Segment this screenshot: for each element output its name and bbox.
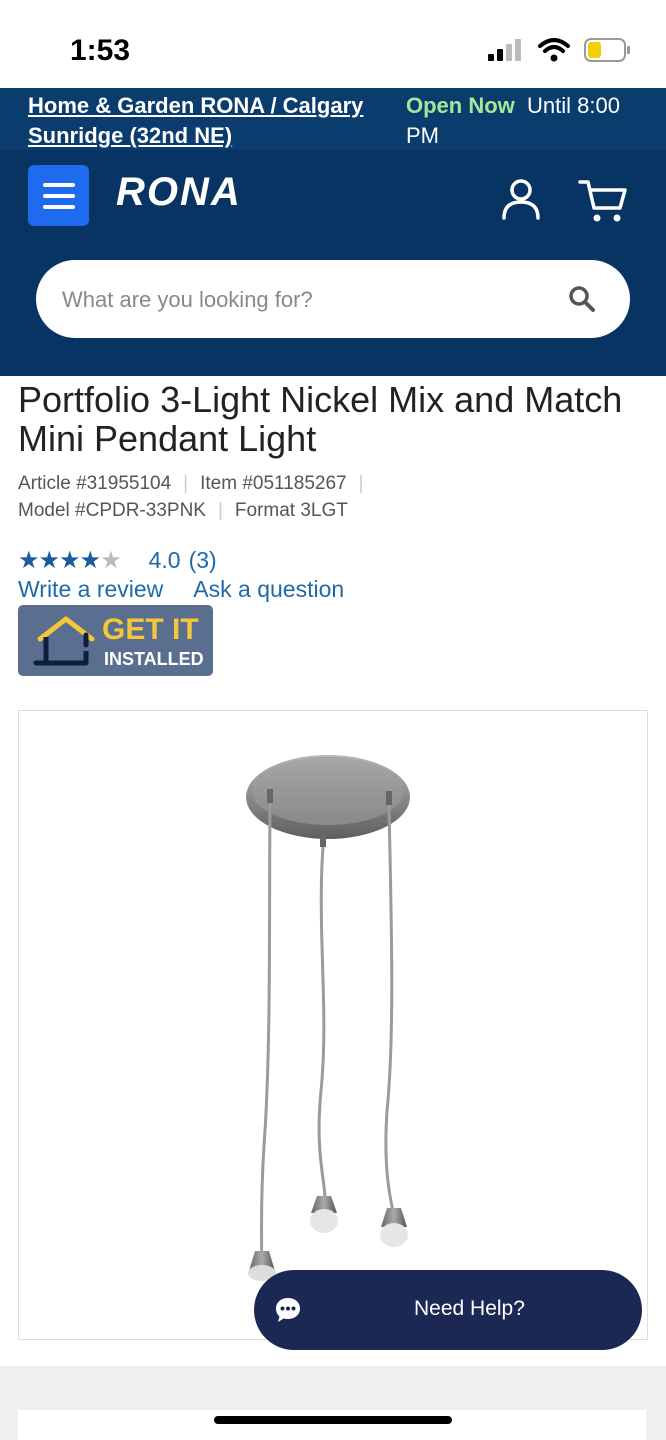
- signal-icon: [488, 39, 521, 61]
- product-title: Portfolio 3-Light Nickel Mix and Match M…: [18, 379, 623, 459]
- open-now-label: Open Now: [406, 93, 515, 118]
- pendant-light-illustration: [246, 755, 410, 1281]
- footer-card: [18, 1410, 646, 1440]
- product-image[interactable]: [18, 710, 648, 1340]
- status-bar: 1:53: [0, 0, 666, 88]
- store-hours: Open Now Until 8:00 PM: [406, 91, 656, 151]
- wifi-icon: [538, 38, 570, 62]
- install-badge-line1: GET IT: [102, 613, 199, 646]
- menu-button[interactable]: [28, 165, 89, 226]
- model-number: Model #CPDR-33PNK: [18, 500, 206, 521]
- review-links: Write a review Ask a question: [18, 576, 344, 603]
- home-indicator[interactable]: [214, 1416, 452, 1424]
- menu-icon: [42, 182, 75, 187]
- status-time: 1:53: [70, 34, 131, 67]
- rating-value: 4.0: [148, 547, 181, 573]
- ask-question-link[interactable]: Ask a question: [193, 576, 344, 603]
- install-badge-line2: INSTALLED: [104, 649, 204, 669]
- search-bar: [36, 260, 630, 340]
- need-help-button[interactable]: Need Help?: [254, 1270, 642, 1350]
- get-it-installed-badge[interactable]: GET IT INSTALLED: [18, 605, 213, 676]
- rona-logo[interactable]: RONA: [116, 170, 242, 215]
- item-number: Item #051185267: [200, 473, 347, 494]
- rating-count[interactable]: (3): [189, 547, 217, 574]
- battery-icon: [584, 38, 630, 62]
- rating-row[interactable]: ★★★★★ 4.0 (3): [18, 546, 217, 575]
- search-icon[interactable]: [568, 285, 596, 313]
- store-link[interactable]: Home & Garden RONA / Calgary Sunridge (3…: [28, 91, 398, 151]
- house-icon: [33, 616, 95, 666]
- search-input[interactable]: [60, 260, 544, 340]
- account-icon[interactable]: [500, 178, 542, 220]
- star-rating: ★★★★★: [18, 547, 122, 574]
- write-review-link[interactable]: Write a review: [18, 576, 163, 603]
- need-help-label: Need Help?: [414, 1297, 525, 1320]
- status-icons: [488, 38, 632, 62]
- store-bar: Home & Garden RONA / Calgary Sunridge (3…: [0, 88, 666, 150]
- cart-icon[interactable]: [578, 178, 628, 224]
- format-number: Format 3LGT: [234, 500, 348, 521]
- chat-icon: [276, 1298, 300, 1322]
- article-number: Article #31955104: [18, 473, 172, 494]
- site-header: RONA: [0, 150, 666, 376]
- product-meta: Article #31955104 | Item #051185267 | Model…: [18, 473, 364, 521]
